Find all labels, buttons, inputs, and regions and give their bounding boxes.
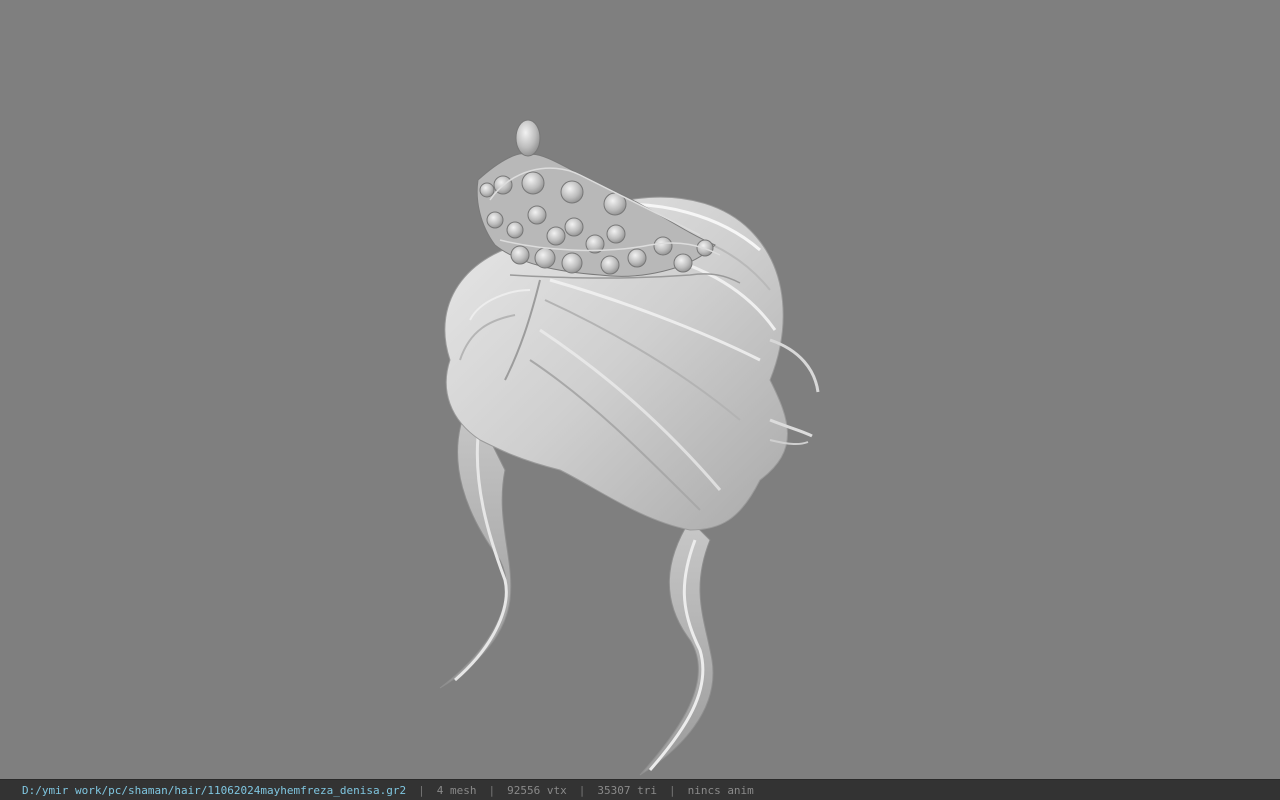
animation-status: nincs anim: [687, 783, 754, 797]
status-bar: D:/ymir work/pc/shaman/hair/11062024mayh…: [0, 779, 1280, 800]
3d-viewport[interactable]: [0, 0, 1280, 779]
vertex-count: 92556 vtx: [507, 783, 567, 797]
triangle-count: 35307 tri: [597, 783, 657, 797]
separator: |: [418, 783, 425, 797]
separator: |: [668, 783, 676, 797]
mesh-count: 4 mesh: [436, 783, 477, 797]
hair-model-render[interactable]: [0, 0, 1280, 779]
hair-strand-right: [639, 519, 714, 776]
separator: |: [578, 783, 586, 797]
separator: |: [488, 783, 496, 797]
file-path: D:/ymir work/pc/shaman/hair/11062024mayh…: [22, 783, 407, 797]
